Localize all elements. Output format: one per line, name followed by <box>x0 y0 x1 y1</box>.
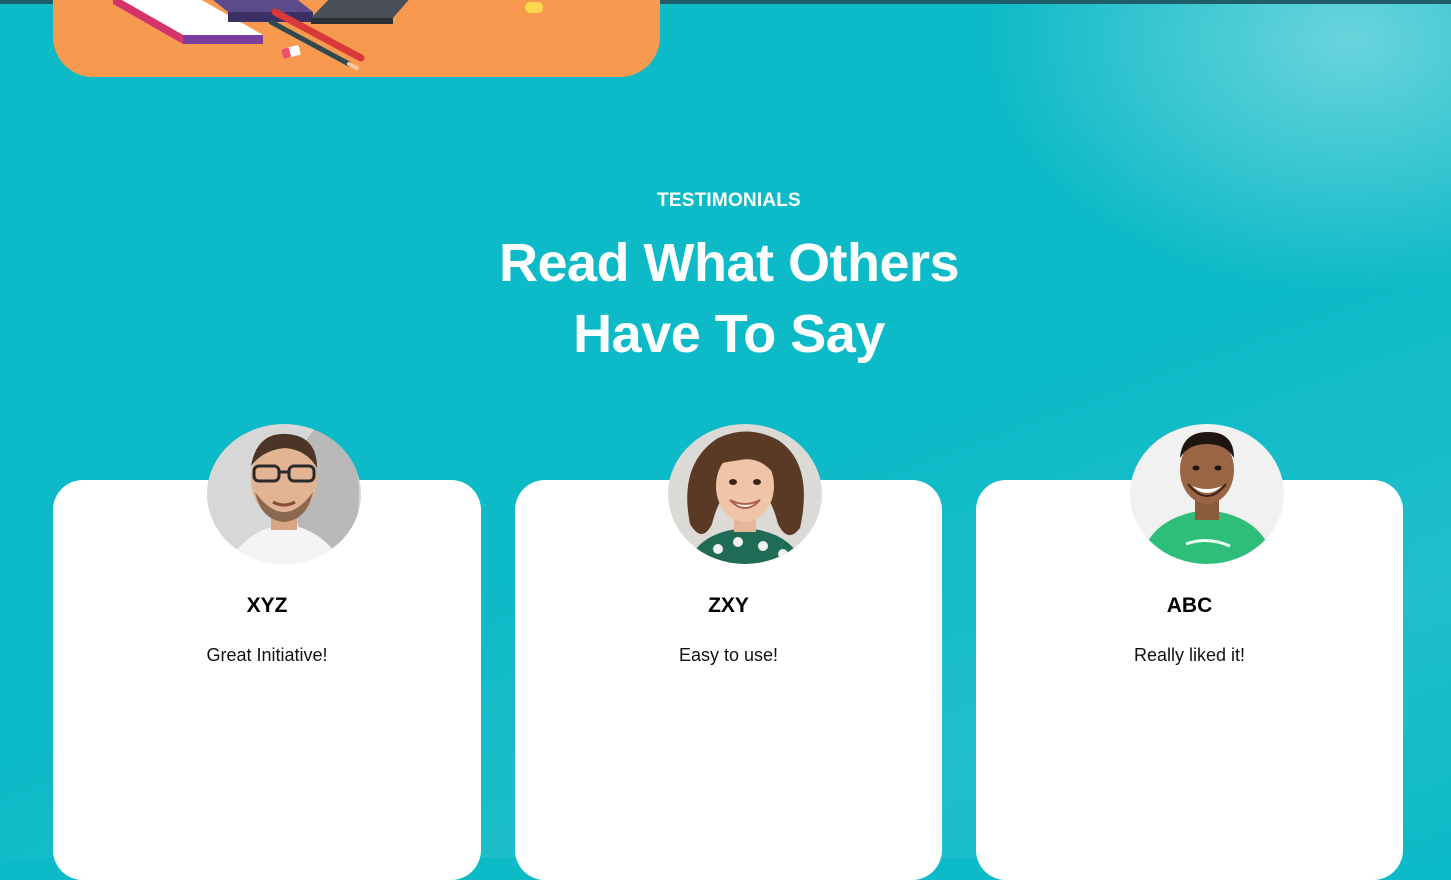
heading-line-2: Have To Say <box>573 304 885 364</box>
testimonial-name: XYZ <box>246 594 288 617</box>
testimonial-quote: Easy to use! <box>678 645 779 665</box>
books-and-pens-illustration <box>113 0 543 70</box>
smiling-woman-curly-hair-photo <box>668 424 822 564</box>
avatar <box>207 424 361 564</box>
testimonial-quote: Really liked it! <box>1133 645 1246 665</box>
man-with-glasses-photo <box>207 424 361 564</box>
testimonial-name: ABC <box>1166 594 1213 617</box>
section-heading: Read What Others Have To Say <box>0 228 1451 370</box>
avatar <box>1130 424 1284 564</box>
hero-illustration-card <box>53 0 660 77</box>
avatar <box>668 424 822 564</box>
section-eyebrow: TESTIMONIALS <box>657 190 801 211</box>
testimonial-quote: Great Initiative! <box>206 645 328 665</box>
smiling-man-green-shirt-photo <box>1130 424 1284 564</box>
testimonial-name: ZXY <box>708 594 749 617</box>
heading-line-1: Read What Others <box>498 233 960 293</box>
